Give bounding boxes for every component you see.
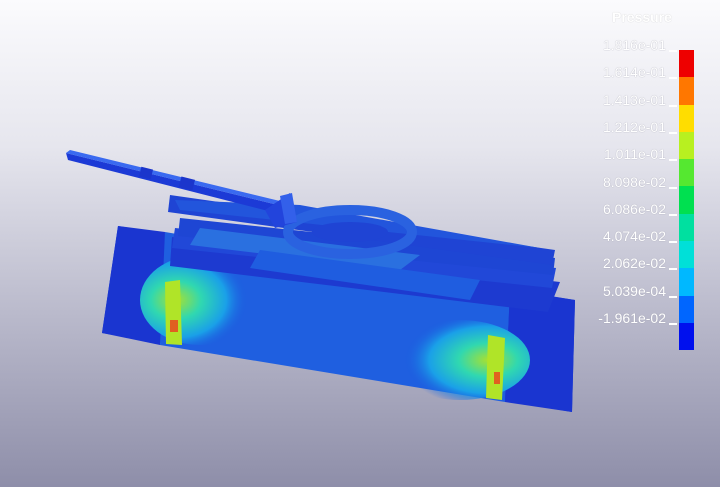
legend-tick: [669, 213, 677, 216]
legend-tick: [669, 186, 677, 189]
colorbar-swatch: [679, 241, 694, 269]
colorbar-swatch: [679, 213, 694, 242]
legend-value-label: -1.961e-02: [598, 310, 666, 326]
colorbar: [679, 50, 694, 351]
legend-tick: [669, 131, 677, 134]
colorbar-swatch: [679, 50, 694, 78]
legend-value-label: 1.413e-01: [602, 91, 666, 108]
legend-tick: [669, 104, 677, 107]
colorbar-swatch: [679, 186, 694, 214]
colorbar-swatch: [679, 295, 694, 323]
legend-value-label: 1.011e-01: [603, 146, 666, 163]
legend-tick: [669, 323, 677, 325]
legend-tick: [669, 50, 677, 52]
colorbar-swatch: [679, 159, 694, 187]
legend-value-label: 1.212e-01: [602, 118, 666, 135]
colorbar-swatch: [679, 268, 694, 296]
legend-value-label: 5.039e-04: [602, 282, 666, 299]
legend-title: Pressure: [612, 9, 672, 25]
colorbar-swatch: [679, 131, 694, 160]
legend-value-label: 6.086e-02: [602, 200, 666, 217]
colorbar-swatch: [679, 77, 694, 105]
legend-tick: [669, 77, 677, 80]
legend-value-label: 4.074e-02: [602, 228, 666, 245]
legend-value-label: 2.062e-02: [602, 255, 666, 272]
legend-tick: [669, 295, 677, 298]
colorbar-swatch: [679, 104, 694, 132]
legend-value-label: 1.816e-01: [602, 37, 666, 53]
legend-tick: [669, 241, 677, 244]
legend-tick: [669, 159, 677, 162]
colorbar-swatch: [679, 322, 694, 351]
legend-tick: [669, 268, 677, 271]
legend-value-label: 1.614e-01: [602, 64, 666, 81]
legend-value-label: 8.098e-02: [602, 173, 666, 190]
